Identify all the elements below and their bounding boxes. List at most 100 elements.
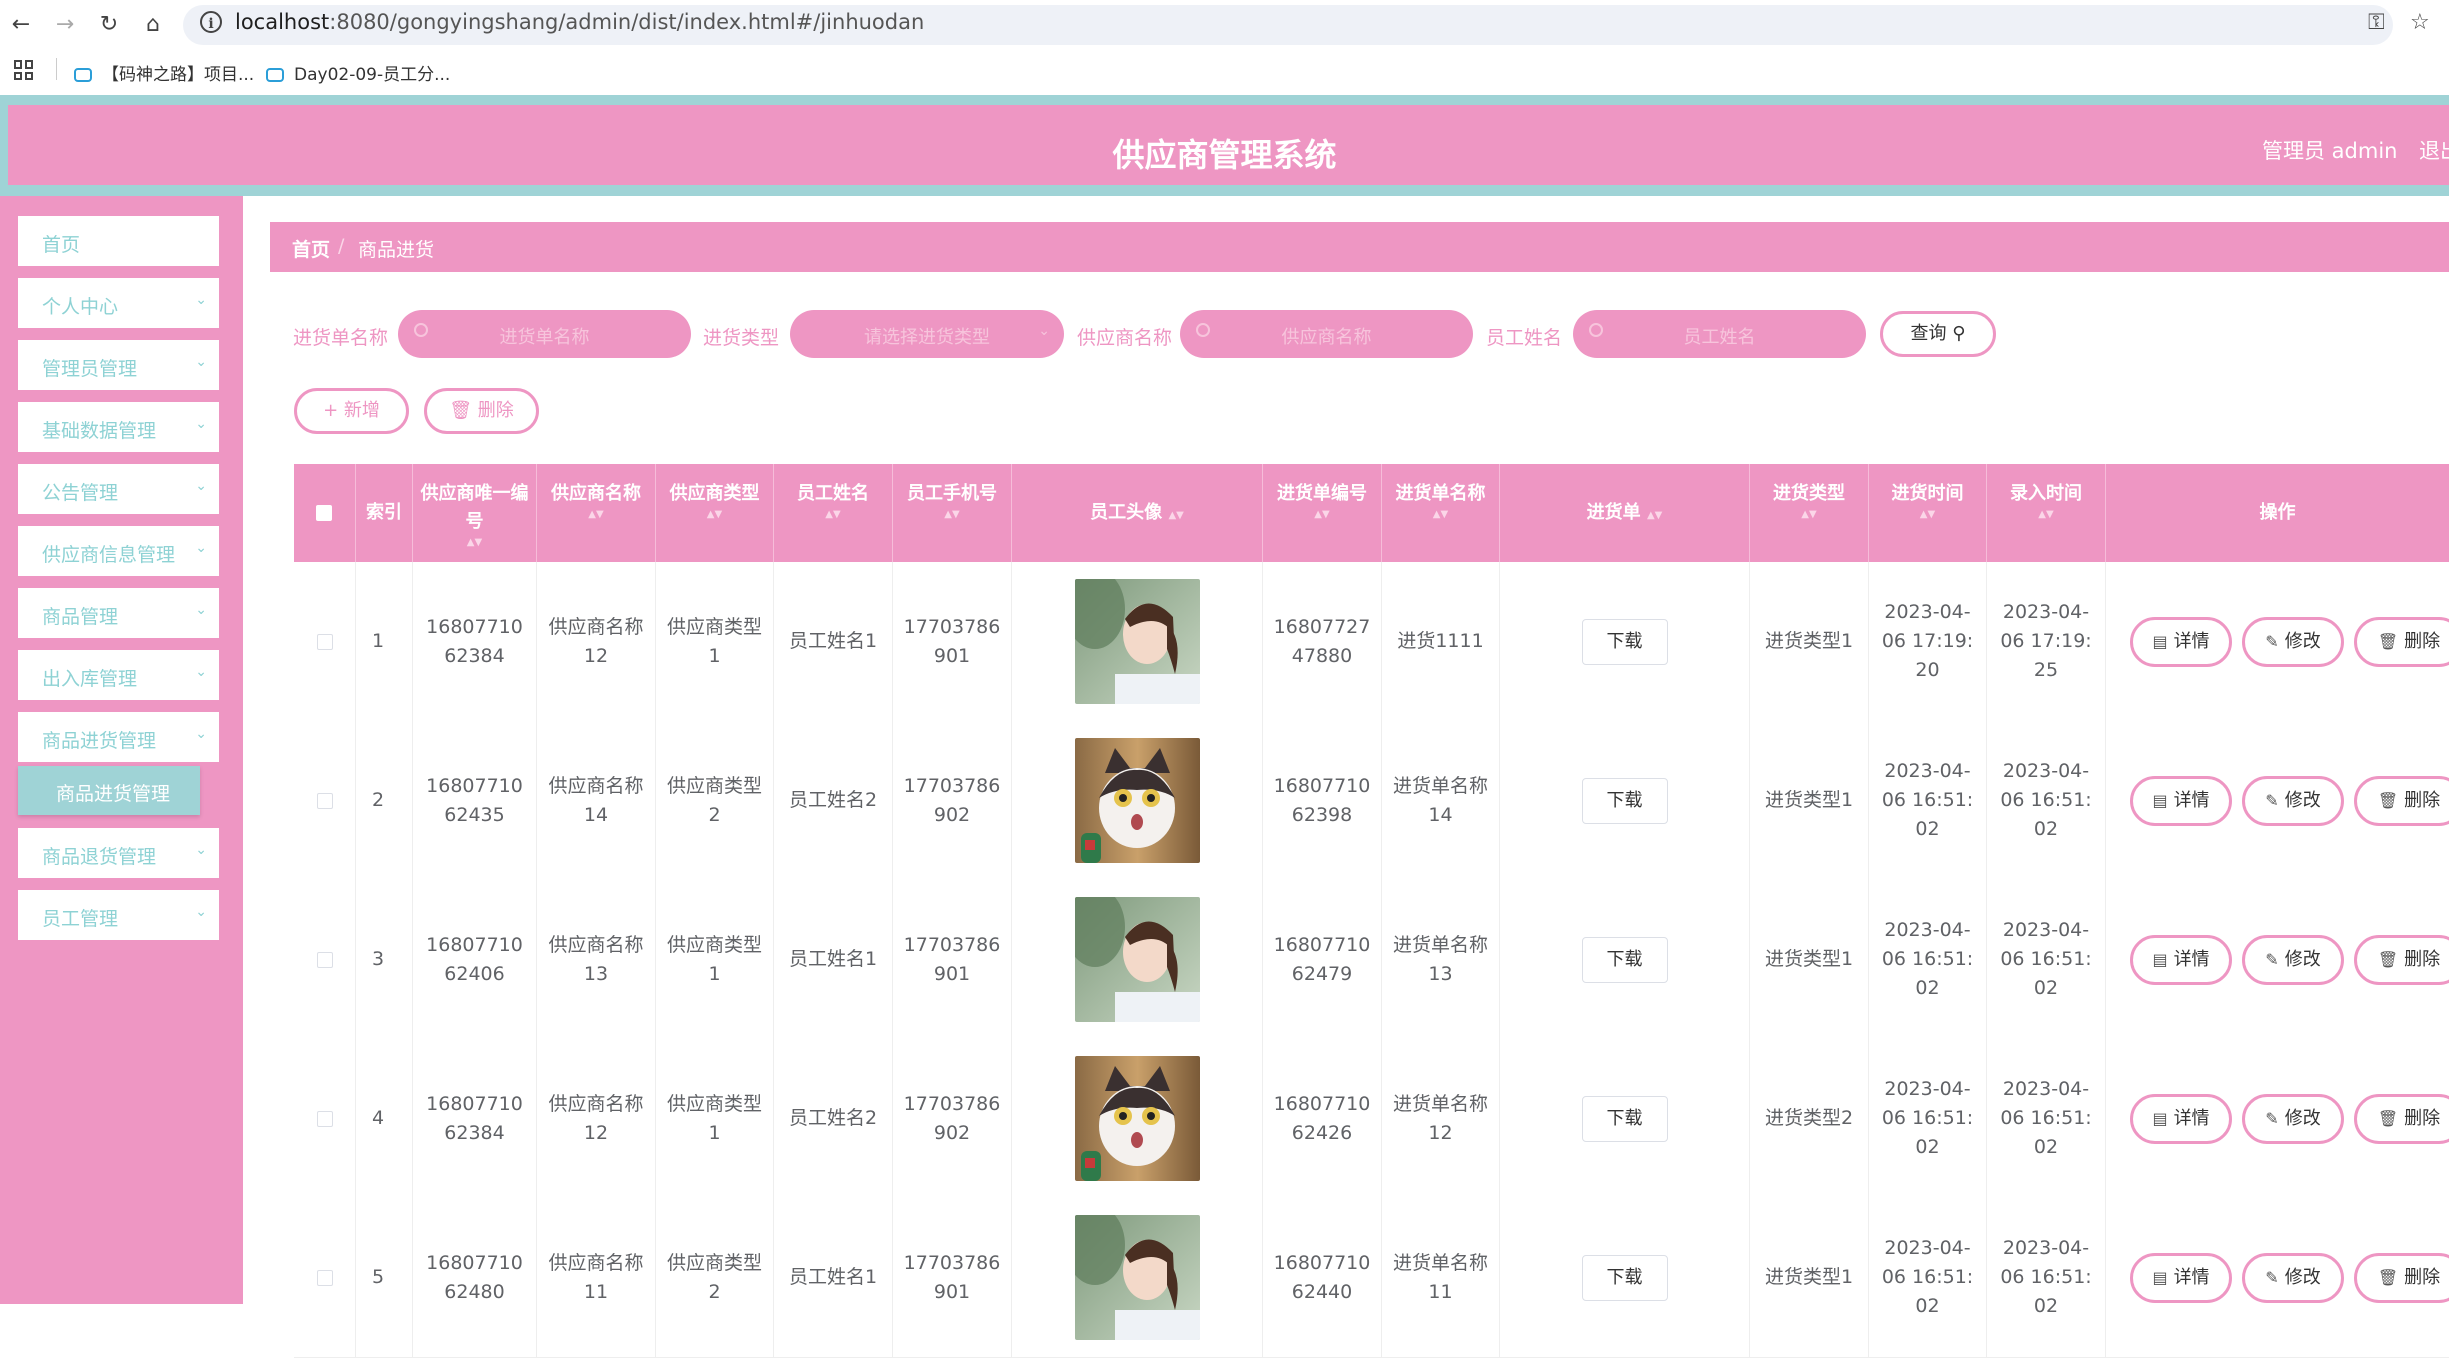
bilibili-icon [266, 68, 284, 82]
password-key-icon[interactable]: ⚿ [2368, 10, 2385, 35]
cell-in-type: 进货类型1 [1750, 721, 1869, 880]
employee-avatar-image[interactable] [1074, 738, 1200, 863]
home-icon[interactable]: ⌂ [138, 10, 168, 40]
sidebar-item-home[interactable]: 首页 [18, 216, 219, 266]
logout-link[interactable]: 退出 [2419, 135, 2449, 165]
header-employee-avatar[interactable]: 员工头像 ▲▼ [1012, 464, 1263, 562]
cell-type: 供应商类型1 [656, 562, 774, 721]
pencil-icon: ✎ [2265, 632, 2279, 651]
sort-icon: ▲▼ [2038, 509, 2054, 520]
cell-order-name: 进货1111 [1382, 562, 1500, 721]
sidebar-item-purchase[interactable]: 商品进货管理 ⌄ [18, 712, 219, 762]
document-icon: ▤ [2152, 1109, 2168, 1128]
add-button[interactable]: + 新增 [294, 388, 409, 434]
header-supplier-code[interactable]: 供应商唯一编号 ▲▼ [413, 464, 537, 562]
employee-avatar-image[interactable] [1074, 1056, 1200, 1181]
purchase-type-select[interactable]: 请选择进货类型 ⌄ [790, 310, 1064, 358]
download-button[interactable]: 下载 [1581, 618, 1668, 665]
plus-icon: + [323, 400, 339, 421]
header-order-file[interactable]: 进货单 ▲▼ [1500, 464, 1750, 562]
row-checkbox[interactable] [316, 1110, 333, 1127]
apps-grid-icon[interactable] [14, 60, 34, 80]
table-row: 5 1680771062480 供应商名称11 供应商类型2 员工姓名1 17703786… [294, 1198, 2449, 1358]
employee-avatar-image[interactable] [1074, 1215, 1200, 1340]
row-checkbox[interactable] [316, 951, 333, 968]
delete-button[interactable]: 🗑 删除 [2354, 935, 2449, 985]
delete-button[interactable]: 🗑 删除 [2354, 776, 2449, 826]
cell-order-name: 进货单名称13 [1382, 880, 1500, 1039]
breadcrumb-home[interactable]: 首页 [292, 235, 330, 262]
search-icon: ⚲ [1952, 323, 1966, 344]
edit-button[interactable]: ✎ 修改 [2242, 776, 2344, 826]
cell-rec-time: 2023-04-06 16:51:02 [1987, 880, 2106, 1039]
detail-button[interactable]: ▤ 详情 [2130, 617, 2232, 667]
reload-icon[interactable]: ↻ [94, 10, 124, 40]
detail-button[interactable]: ▤ 详情 [2130, 935, 2232, 985]
table-row: 1 1680771062384 供应商名称12 供应商类型1 员工姓名1 17703786… [294, 562, 2449, 722]
sidebar-item-employees[interactable]: 员工管理 ⌄ [18, 890, 219, 940]
row-checkbox[interactable] [316, 633, 333, 650]
back-icon[interactable]: ← [6, 10, 36, 40]
select-all-checkbox[interactable] [316, 505, 332, 521]
row-checkbox[interactable] [316, 1269, 333, 1286]
sidebar-subitem-purchase-manage[interactable]: 商品进货管理 [18, 766, 200, 815]
cell-select [294, 1039, 356, 1198]
order-name-input[interactable]: 进货单名称 [398, 310, 691, 358]
detail-button[interactable]: ▤ 详情 [2130, 776, 2232, 826]
cell-idx: 3 [356, 880, 413, 1039]
app-title: 供应商管理系统 [1112, 136, 1337, 174]
edit-button[interactable]: ✎ 修改 [2242, 1253, 2344, 1303]
delete-button[interactable]: 🗑 删除 [2354, 1253, 2449, 1303]
download-button[interactable]: 下载 [1581, 936, 1668, 983]
cell-order-file: 下载 [1500, 880, 1750, 1039]
admin-label: 管理员 admin [2262, 139, 2398, 163]
edit-button[interactable]: ✎ 修改 [2242, 935, 2344, 985]
header-purchase-time[interactable]: 进货时间 ▲▼ [1869, 464, 1987, 562]
sidebar-item-admins[interactable]: 管理员管理 ⌄ [18, 340, 219, 390]
row-checkbox[interactable] [316, 792, 333, 809]
header-record-time[interactable]: 录入时间 ▲▼ [1987, 464, 2106, 562]
sidebar-item-returns[interactable]: 商品退货管理 ⌄ [18, 828, 219, 878]
pencil-icon: ✎ [2265, 1109, 2279, 1128]
bookmark-star-icon[interactable]: ☆ [2410, 10, 2430, 35]
sidebar-item-profile[interactable]: 个人中心 ⌄ [18, 278, 219, 328]
forward-icon[interactable]: → [50, 10, 80, 40]
cell-select [294, 721, 356, 880]
sidebar-item-suppliers[interactable]: 供应商信息管理 ⌄ [18, 526, 219, 576]
bookmark-2[interactable]: Day02-09-员工分... [266, 60, 450, 85]
site-info-icon[interactable]: i [200, 11, 222, 33]
header-employee-phone[interactable]: 员工手机号 ▲▼ [893, 464, 1012, 562]
delete-button[interactable]: 🗑 删除 [2354, 617, 2449, 667]
header-supplier-name[interactable]: 供应商名称 ▲▼ [537, 464, 656, 562]
download-button[interactable]: 下载 [1581, 777, 1668, 824]
download-button[interactable]: 下载 [1581, 1095, 1668, 1142]
delete-button[interactable]: 🗑 删除 [2354, 1094, 2449, 1144]
cell-order-name: 进货单名称11 [1382, 1198, 1500, 1357]
detail-button[interactable]: ▤ 详情 [2130, 1253, 2232, 1303]
sidebar-item-base-data[interactable]: 基础数据管理 ⌄ [18, 402, 219, 452]
supplier-name-input[interactable]: 供应商名称 [1180, 310, 1473, 358]
document-icon: ▤ [2152, 1268, 2168, 1287]
header-order-name[interactable]: 进货单名称 ▲▼ [1382, 464, 1500, 562]
employee-avatar-image[interactable] [1074, 579, 1200, 704]
url-text[interactable]: localhost:8080/gongyingshang/admin/dist/… [235, 10, 924, 34]
header-supplier-type[interactable]: 供应商类型 ▲▼ [656, 464, 774, 562]
employee-avatar-image[interactable] [1074, 897, 1200, 1022]
cell-select [294, 562, 356, 721]
header-purchase-type[interactable]: 进货类型 ▲▼ [1750, 464, 1869, 562]
edit-button[interactable]: ✎ 修改 [2242, 617, 2344, 667]
bulk-delete-button[interactable]: 🗑 删除 [424, 388, 539, 434]
header-order-no[interactable]: 进货单编号 ▲▼ [1263, 464, 1382, 562]
detail-button[interactable]: ▤ 详情 [2130, 1094, 2232, 1144]
bookmark-1[interactable]: 【码神之路】项目... [74, 60, 254, 85]
header-employee-name[interactable]: 员工姓名 ▲▼ [774, 464, 893, 562]
employee-name-input[interactable]: 员工姓名 [1573, 310, 1866, 358]
sidebar-item-goods[interactable]: 商品管理 ⌄ [18, 588, 219, 638]
cell-select [294, 880, 356, 1039]
sidebar-item-notices[interactable]: 公告管理 ⌄ [18, 464, 219, 514]
download-button[interactable]: 下载 [1581, 1254, 1668, 1301]
cell-in-type: 进货类型2 [1750, 1039, 1869, 1198]
edit-button[interactable]: ✎ 修改 [2242, 1094, 2344, 1144]
sidebar-item-inventory[interactable]: 出入库管理 ⌄ [18, 650, 219, 700]
query-button[interactable]: 查询 ⚲ [1880, 311, 1996, 357]
